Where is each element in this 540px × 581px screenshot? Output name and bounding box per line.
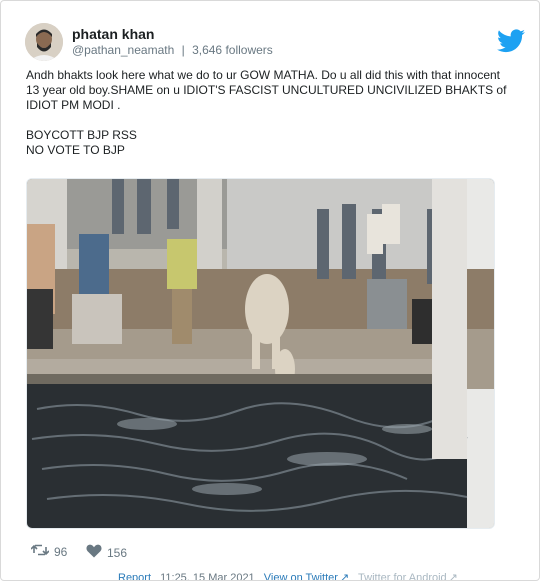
author-meta: @pathan_neamath | 3,646 followers	[72, 43, 273, 57]
tweet-text: Andh bhakts look here what we do to ur G…	[26, 68, 516, 158]
avatar[interactable]	[25, 23, 63, 61]
twitter-bird-icon[interactable]	[497, 29, 525, 53]
meta-separator: |	[181, 43, 185, 57]
tweet-text-line: BOYCOTT BJP RSS	[26, 128, 137, 142]
tweet-card: phatan khan @pathan_neamath | 3,646 foll…	[0, 0, 540, 581]
tweet-text-line: NO VOTE TO BJP	[26, 143, 125, 157]
view-on-twitter-label: View on Twitter	[263, 572, 338, 581]
twitter-for-android-label: Twitter for Android	[358, 572, 447, 581]
tweet-header: phatan khan @pathan_neamath | 3,646 foll…	[25, 23, 525, 63]
tweet-photo[interactable]	[26, 178, 495, 529]
like-action[interactable]: 156	[86, 544, 127, 561]
retweet-action[interactable]: 96	[30, 544, 68, 559]
tweet-text-line: Andh bhakts look here what we do to ur G…	[26, 68, 501, 82]
retweet-count: 96	[54, 544, 68, 559]
tweet-text-line: IDIOT PM MODI .	[26, 98, 121, 112]
report-link[interactable]: Report	[118, 572, 151, 580]
heart-icon[interactable]	[86, 544, 102, 561]
external-link-icon: ↗	[339, 572, 350, 581]
external-link-icon: ↗	[448, 572, 458, 581]
author-name[interactable]: phatan khan	[72, 26, 154, 42]
tweet-footer: Report 11:25, 15 Mar 2021 View on Twitte…	[118, 571, 464, 581]
view-on-twitter-link[interactable]: View on Twitter ↗	[263, 572, 350, 581]
follower-count: 3,646 followers	[192, 43, 273, 57]
tweet-timestamp[interactable]: 11:25, 15 Mar 2021	[160, 572, 255, 580]
like-count: 156	[107, 545, 128, 560]
author-handle[interactable]: @pathan_neamath	[72, 43, 174, 57]
tweet-text-line: 13 year old boy.SHAME on u IDIOT'S FASCI…	[26, 83, 507, 97]
retweet-icon[interactable]	[30, 544, 50, 559]
twitter-for-android-link[interactable]: Twitter for Android ↗	[358, 572, 458, 581]
